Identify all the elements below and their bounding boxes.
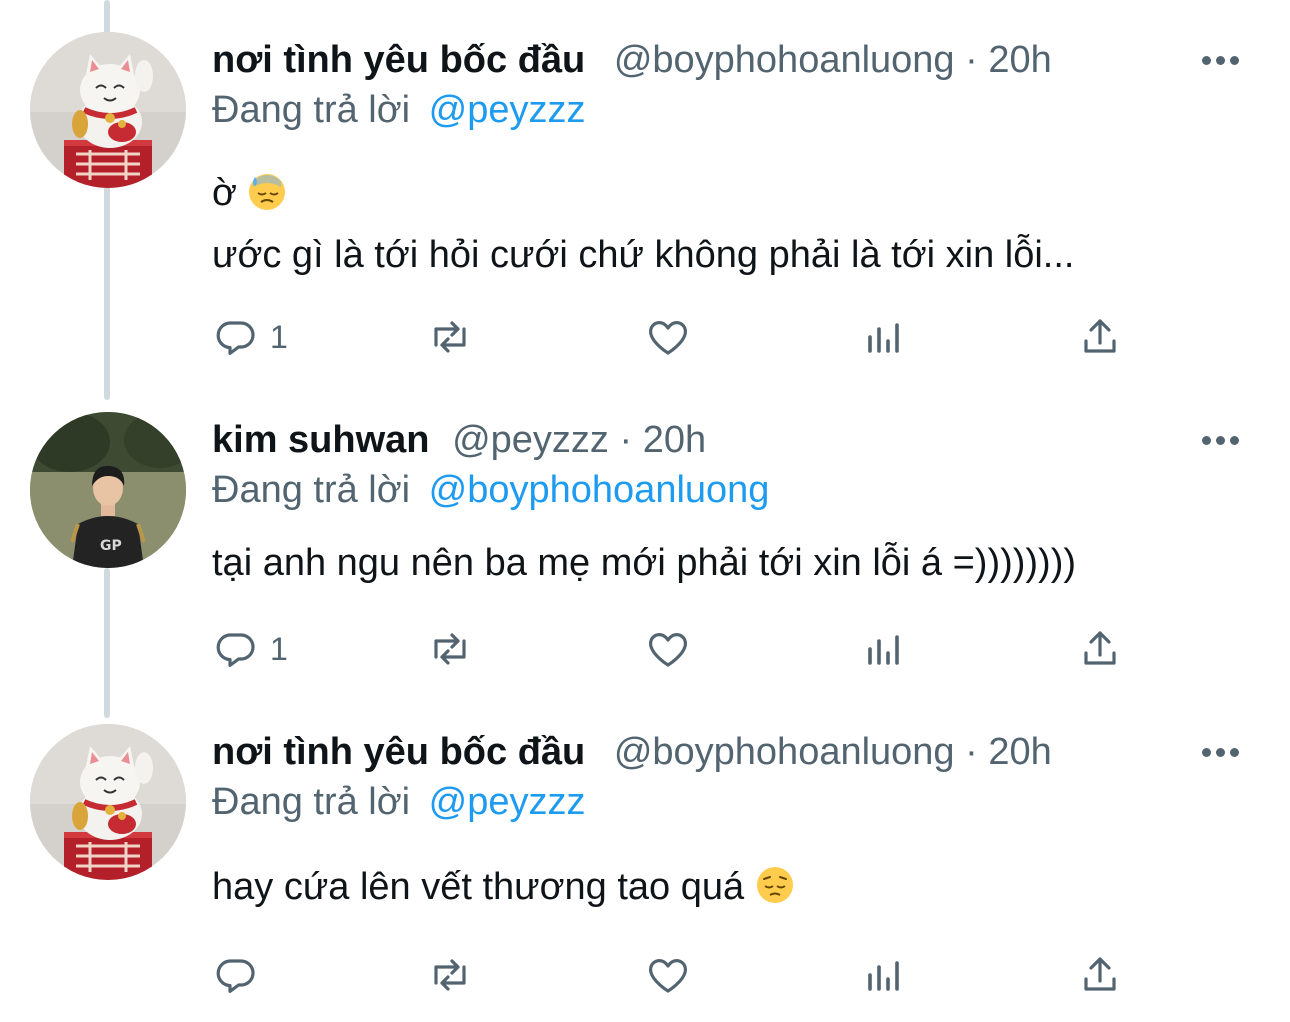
more-icon (1201, 435, 1211, 445)
share-button[interactable] (1076, 622, 1124, 676)
retweet-icon (434, 959, 466, 991)
downcast-face-with-sweat-emoji (249, 173, 286, 210)
replying-to-label: Đang trả lời (212, 469, 411, 511)
separator: · (619, 419, 643, 461)
tweet-actions (212, 948, 1132, 1002)
retweet-icon (434, 321, 466, 353)
tweet-text-line: ước gì là tới hỏi cưới chứ không phải là… (212, 234, 1075, 276)
reply-icon (216, 959, 255, 993)
tweet-text: tại anh ngu nên ba mẹ mới phải tới xin l… (212, 532, 1250, 594)
separator: · (965, 731, 989, 773)
tweet-header: nơi tình yêu bốc đầu @boyphohoanluong · … (212, 38, 1160, 82)
analytics-button[interactable] (860, 310, 908, 364)
display-name[interactable]: kim suhwan (212, 419, 430, 461)
reply-icon (216, 633, 255, 667)
heart-icon (649, 633, 687, 667)
replying-to: Đang trả lời @peyzzz (212, 88, 586, 132)
analytics-icon (868, 323, 899, 353)
more-icon (1201, 55, 1211, 65)
share-icon (1084, 319, 1116, 353)
replying-to-label: Đang trả lời (212, 89, 411, 131)
share-button[interactable] (1076, 948, 1124, 1002)
more-options-button[interactable] (1190, 418, 1250, 462)
more-options-button[interactable] (1190, 730, 1250, 774)
like-button[interactable] (644, 948, 692, 1002)
tweet-text: ờ ước gì là tới hỏi cưới chứ không phải … (212, 162, 1250, 286)
share-button[interactable] (1076, 310, 1124, 364)
tweet[interactable]: nơi tình yêu bốc đầu @boyphohoanluong · … (0, 0, 1290, 400)
replying-to: Đang trả lời @boyphohoanluong (212, 468, 769, 512)
timestamp[interactable]: 20h (643, 419, 706, 461)
like-button[interactable] (644, 310, 692, 364)
reply-count: 1 (270, 318, 288, 355)
user-handle[interactable]: @boyphohoanluong (614, 39, 955, 81)
replying-to: Đang trả lời @peyzzz (212, 780, 586, 824)
tweet[interactable]: nơi tình yêu bốc đầu @boyphohoanluong · … (0, 710, 1290, 1022)
timestamp[interactable]: 20h (988, 731, 1051, 773)
display-name[interactable]: nơi tình yêu bốc đầu (212, 731, 585, 773)
more-icon (1201, 747, 1211, 757)
tweet-text-line: tại anh ngu nên ba mẹ mới phải tới xin l… (212, 542, 1077, 584)
more-options-button[interactable] (1190, 38, 1250, 82)
separator: · (965, 39, 989, 81)
tweet-actions: 1 (212, 622, 1132, 676)
timestamp[interactable]: 20h (988, 39, 1051, 81)
tweet-text: hay cứa lên vết thương tao quá (212, 856, 1250, 918)
share-icon (1084, 957, 1116, 991)
lucky-cat-avatar-image (30, 32, 186, 188)
avatar-lucky-cat[interactable] (30, 32, 186, 188)
heart-icon (649, 959, 687, 993)
tweet-header: kim suhwan @peyzzz · 20h (212, 418, 1160, 462)
avatar-lucky-cat[interactable] (30, 724, 186, 880)
tweet-header: nơi tình yêu bốc đầu @boyphohoanluong · … (212, 730, 1160, 774)
svg-text:GP: GP (100, 538, 122, 554)
lucky-cat-avatar-image (30, 724, 186, 880)
reply-icon (216, 321, 255, 355)
mention-link[interactable]: @peyzzz (429, 781, 586, 823)
reply-count: 1 (270, 630, 288, 667)
retweet-icon (434, 633, 466, 665)
analytics-button[interactable] (860, 948, 908, 1002)
retweet-button[interactable] (426, 948, 474, 1002)
pensive-face-emoji (756, 866, 793, 903)
analytics-icon (868, 635, 899, 665)
analytics-button[interactable] (860, 622, 908, 676)
tweet-actions: 1 (212, 310, 1132, 364)
display-name[interactable]: nơi tình yêu bốc đầu (212, 39, 585, 81)
user-handle[interactable]: @peyzzz (452, 419, 609, 461)
mention-link[interactable]: @boyphohoanluong (429, 469, 770, 511)
mention-link[interactable]: @peyzzz (429, 89, 586, 131)
reply-button[interactable] (212, 948, 270, 1002)
user-handle[interactable]: @boyphohoanluong (614, 731, 955, 773)
retweet-button[interactable] (426, 622, 474, 676)
analytics-icon (868, 961, 899, 991)
reply-button[interactable]: 1 (212, 310, 288, 364)
tweet[interactable]: GP kim suhwan @peyzzz · 20h Đang trả lời… (0, 400, 1290, 710)
heart-icon (649, 321, 687, 355)
replying-to-label: Đang trả lời (212, 781, 411, 823)
person-avatar-image: GP (30, 412, 186, 568)
tweet-text-line: hay cứa lên vết thương tao quá (212, 866, 745, 908)
like-button[interactable] (644, 622, 692, 676)
tweet-text-line: ờ (212, 172, 237, 214)
reply-button[interactable]: 1 (212, 622, 288, 676)
avatar-kim-suhwan[interactable]: GP (30, 412, 186, 568)
retweet-button[interactable] (426, 310, 474, 364)
share-icon (1084, 631, 1116, 665)
